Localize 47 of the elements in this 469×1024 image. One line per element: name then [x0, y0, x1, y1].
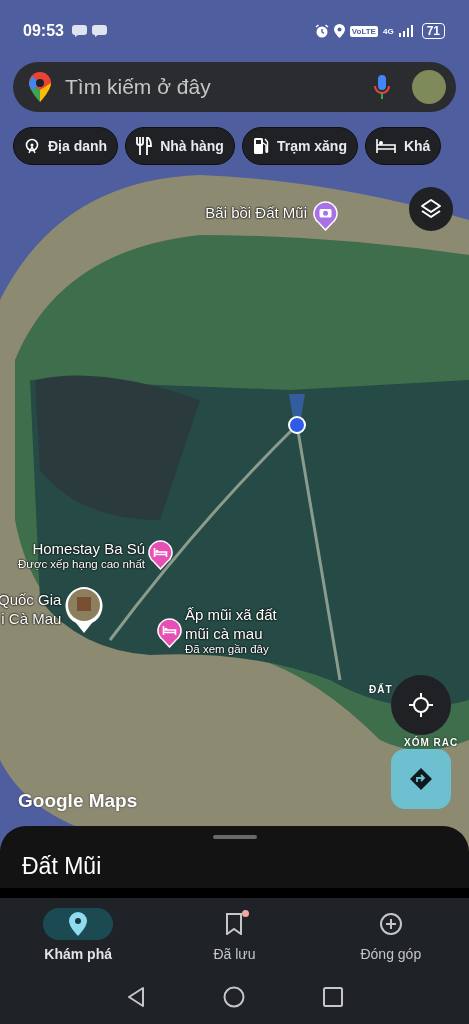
search-bar[interactable]: Tìm kiếm ở đây	[13, 62, 456, 112]
nav-tab[interactable]: Đóng góp	[312, 898, 469, 980]
alarm-icon	[314, 24, 329, 38]
place-subtitle: Đã xem gần đây	[185, 643, 269, 655]
nav-tab[interactable]: Đã lưu	[156, 898, 313, 980]
bookmark-icon	[226, 913, 243, 935]
area-label: XÓM RAC	[404, 737, 459, 748]
avatar[interactable]	[412, 70, 446, 104]
chat-app-icon	[71, 25, 87, 37]
bed-pin-icon[interactable]	[157, 618, 182, 648]
battery-level: 71	[421, 23, 445, 39]
chat-app-icon	[91, 25, 107, 37]
category-chip[interactable]: Trạm xăng	[241, 127, 358, 165]
plus-circle-icon	[378, 912, 403, 936]
layers-icon	[420, 198, 442, 220]
map-pin-icon	[29, 72, 51, 102]
crosshair-icon	[409, 693, 433, 717]
fork-knife-icon	[136, 137, 153, 155]
place-subtitle: Được xếp hạng cao nhất	[17, 558, 145, 570]
map-pin-icon	[69, 912, 88, 936]
microphone-icon[interactable]	[374, 75, 390, 99]
search-field[interactable]: Tìm kiếm ở đây	[63, 74, 362, 100]
camera-pin-icon[interactable]	[313, 201, 338, 231]
place-label[interactable]: Homestay Ba Sú	[32, 539, 145, 558]
volte-badge: VoLTE	[349, 25, 378, 37]
back-icon[interactable]	[126, 987, 145, 1007]
bed-icon	[375, 139, 396, 153]
signal-icon	[398, 25, 413, 37]
place-label[interactable]: Ấp mũi xã đất mũi cà mau	[185, 605, 277, 643]
bed-pin-icon[interactable]	[148, 540, 173, 570]
directions-icon	[409, 767, 433, 791]
ferris-wheel-icon	[24, 138, 40, 154]
category-chip[interactable]: Địa danh	[13, 127, 119, 165]
network-type: 4G	[382, 26, 394, 36]
sheet-title: Đất Mũi	[22, 853, 103, 880]
status-time: 09:53	[23, 22, 64, 40]
home-icon[interactable]	[222, 986, 245, 1008]
directions-button[interactable]	[391, 749, 451, 809]
recents-icon[interactable]	[322, 987, 343, 1007]
map-logo: Google Maps	[18, 790, 138, 812]
sheet-handle[interactable]	[212, 835, 257, 839]
gas-pump-icon	[252, 137, 269, 155]
location-icon	[333, 24, 345, 38]
area-label: ĐẤT	[369, 684, 393, 695]
category-chip[interactable]: Nhà hàng	[125, 127, 235, 165]
nav-tab[interactable]: Khám phá	[0, 898, 157, 980]
photo-pin-drawing[interactable]	[64, 586, 104, 634]
